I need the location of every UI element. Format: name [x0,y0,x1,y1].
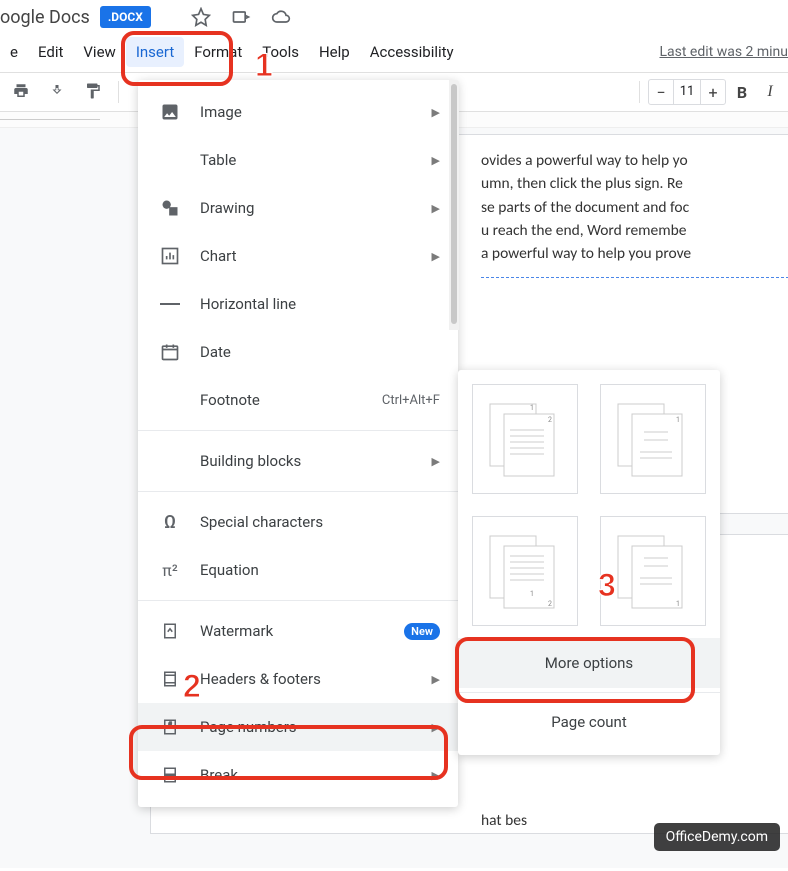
insert-page-numbers[interactable]: # Page numbers ▶ [138,703,458,751]
insert-break[interactable]: Break ▶ [138,751,458,799]
menu-item-label: Watermark [200,622,396,640]
submenu-arrow-icon: ▶ [432,106,440,119]
menu-separator [138,491,458,492]
pagenum-footer-right[interactable]: 1 2 [472,516,578,626]
menu-separator [138,600,458,601]
menu-item-label: Footnote [200,391,372,409]
menu-item-label: Chart [200,247,420,265]
font-size-increase[interactable]: + [701,80,725,104]
chart-icon [158,244,182,268]
insert-table[interactable]: Table ▶ [138,136,458,184]
menu-item-label: Page numbers [200,718,420,736]
bold-button[interactable]: B [730,83,754,102]
menu-item-label: Image [200,103,420,121]
insert-image[interactable]: Image ▶ [138,88,458,136]
docx-badge: .DOCX [100,6,151,28]
font-size-control: − 11 + [648,79,726,105]
blocks-icon [158,449,182,473]
font-size-value[interactable]: 11 [673,80,701,104]
paint-format-icon[interactable] [84,82,104,102]
menu-format[interactable]: Format [184,37,252,67]
menu-item-label: Date [200,343,440,361]
insert-menu-dropdown: Image ▶ Table ▶ Drawing ▶ Chart ▶ Horizo… [138,80,458,807]
insert-chart[interactable]: Chart ▶ [138,232,458,280]
svg-text:2: 2 [548,416,552,424]
toolbar-separator [639,81,640,103]
insert-horizontal-line[interactable]: Horizontal line [138,280,458,328]
submenu-arrow-icon: ▶ [432,154,440,167]
menu-view[interactable]: View [73,37,125,67]
break-icon [158,763,182,787]
date-icon [158,340,182,364]
insert-drawing[interactable]: Drawing ▶ [138,184,458,232]
pagenum-icon: # [158,715,182,739]
menu-item-label: Special characters [200,513,440,531]
hline-icon [158,292,182,316]
toolbar-separator [118,81,119,103]
pagenum-header-right[interactable]: 1 2 [472,384,578,494]
svg-text:1: 1 [530,404,534,412]
cloud-icon[interactable] [271,7,291,27]
menu-insert[interactable]: Insert [126,37,184,67]
svg-text:1: 1 [530,590,534,598]
font-size-decrease[interactable]: − [649,80,673,104]
footer-boundary [481,277,788,278]
last-edit-link[interactable]: Last edit was 2 minu [659,44,788,60]
insert-date[interactable]: Date [138,328,458,376]
menu-accessibility[interactable]: Accessibility [360,37,464,67]
menu-item-label: Building blocks [200,452,420,470]
site-watermark: OfficeDemy.com [654,823,780,851]
image-icon [158,100,182,124]
menu-help[interactable]: Help [309,37,360,67]
pi-icon: π² [158,558,182,582]
italic-button[interactable]: I [758,83,782,101]
page-count[interactable]: Page count [458,697,720,747]
menu-item-label: Equation [200,561,440,579]
menu-shortcut: Ctrl+Alt+F [382,393,440,408]
menu-item-label: Horizontal line [200,295,440,313]
insert-watermark[interactable]: Watermark New [138,607,458,655]
submenu-arrow-icon: ▶ [432,673,440,686]
insert-headers-footers[interactable]: Headers & footers ▶ [138,655,458,703]
menubar: e Edit View Insert Format Tools Help Acc… [0,30,788,72]
insert-footnote[interactable]: Footnote Ctrl+Alt+F [138,376,458,424]
menu-item-label: Headers & footers [200,670,420,688]
menu-item-label: Break [200,766,420,784]
footnote-icon [158,388,182,412]
new-badge: New [404,623,440,640]
menu-item-label: Drawing [200,199,420,217]
star-icon[interactable] [191,7,211,27]
insert-building-blocks[interactable]: Building blocks ▶ [138,437,458,485]
menu-edit[interactable]: Edit [28,37,73,67]
submenu-arrow-icon: ▶ [432,250,440,263]
menu-item-label: Table [200,151,420,169]
svg-text:1: 1 [676,600,680,608]
pagenum-footer-right-skip-first[interactable]: 1 [600,516,706,626]
more-options[interactable]: More options [458,638,720,688]
menu-file[interactable]: e [0,37,28,67]
print-icon[interactable] [12,82,32,102]
document-title[interactable]: oogle Docs [0,7,90,28]
headers-icon [158,667,182,691]
svg-text:1: 1 [676,416,680,424]
submenu-arrow-icon: ▶ [432,455,440,468]
submenu-arrow-icon: ▶ [432,721,440,734]
spellcheck-icon[interactable] [48,82,68,102]
omega-icon: Ω [158,510,182,534]
drawing-icon [158,196,182,220]
svg-text:#: # [169,722,172,728]
menu-separator [138,430,458,431]
menu-separator [458,692,720,693]
menu-tools[interactable]: Tools [252,37,309,67]
submenu-arrow-icon: ▶ [432,769,440,782]
move-icon[interactable] [231,7,251,27]
table-icon [158,148,182,172]
insert-special-characters[interactable]: Ω Special characters [138,498,458,546]
page-numbers-submenu: 1 2 1 1 2 [458,370,720,755]
watermark-icon [158,619,182,643]
submenu-arrow-icon: ▶ [432,202,440,215]
pagenum-header-right-skip-first[interactable]: 1 [600,384,706,494]
svg-text:2: 2 [548,600,552,608]
insert-equation[interactable]: π² Equation [138,546,458,594]
